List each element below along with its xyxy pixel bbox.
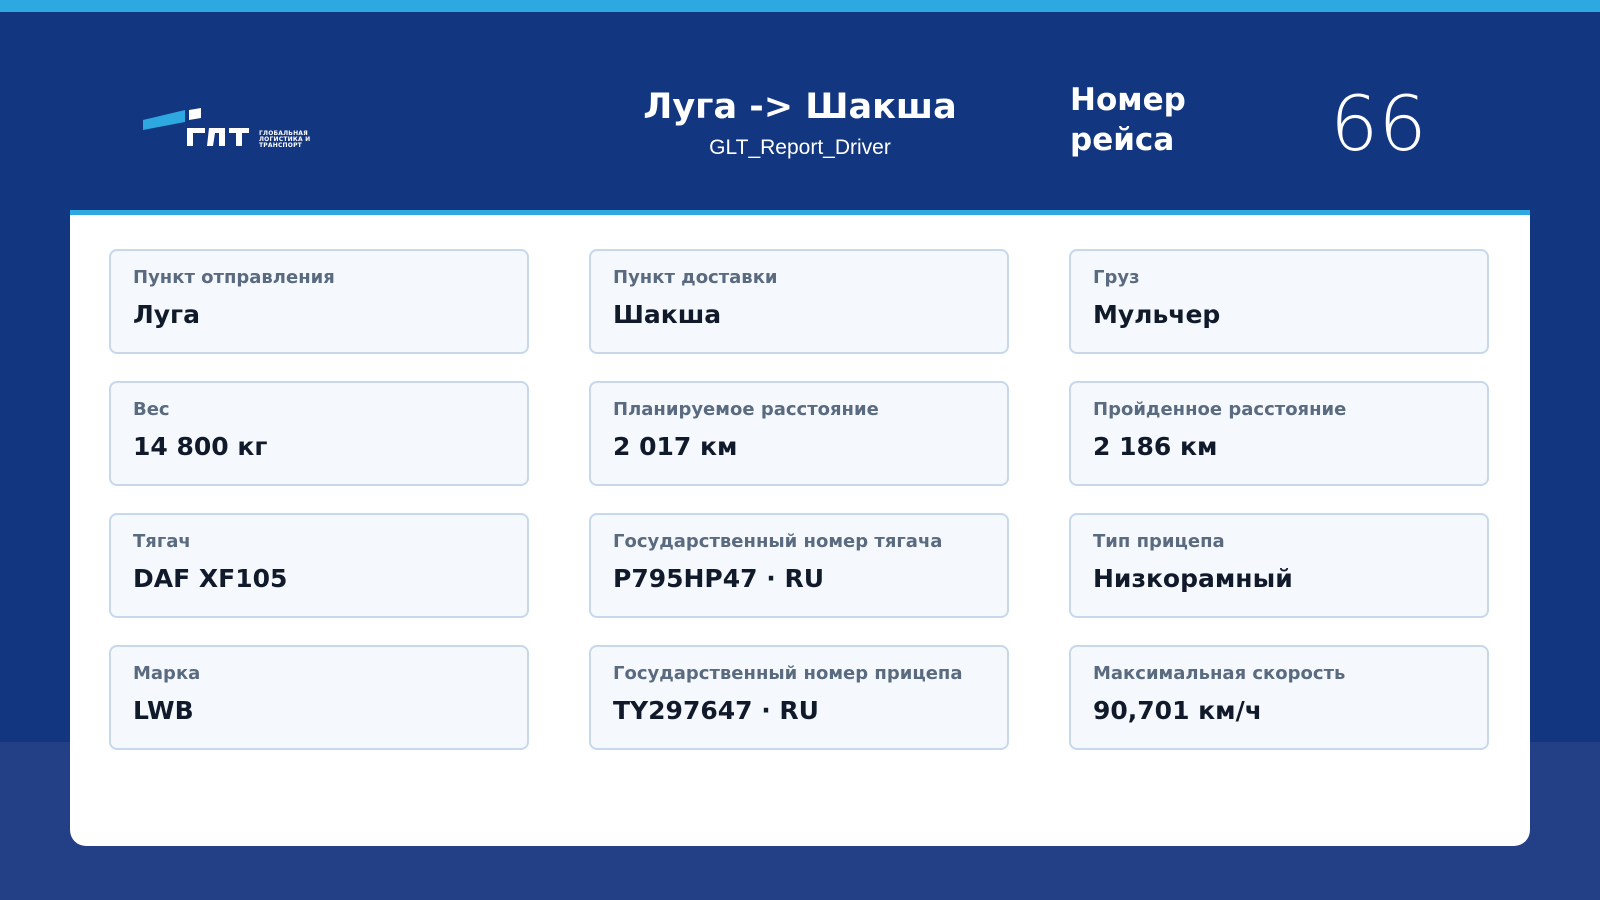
card-delivery: Пункт доставки Шакша xyxy=(589,249,1009,354)
card-label: Марка xyxy=(133,663,201,684)
report-name: GLT_Report_Driver xyxy=(709,136,891,159)
card-value: Шакша xyxy=(613,300,722,329)
card-value: Луга xyxy=(133,300,200,329)
card-label: Пункт отправления xyxy=(133,267,335,288)
card-truck-plate: Государственный номер тягача P795HP47 · … xyxy=(589,513,1009,618)
card-traveled-distance: Пройденное расстояние 2 186 км xyxy=(1069,381,1489,486)
card-cargo: Груз Мульчер xyxy=(1069,249,1489,354)
trip-number-value: 66 xyxy=(1330,79,1427,168)
route-title: Луга -> Шакша xyxy=(643,87,957,127)
card-value: 2 017 км xyxy=(613,432,738,461)
card-departure: Пункт отправления Луга xyxy=(109,249,529,354)
card-label: Вес xyxy=(133,399,170,420)
card-planned-distance: Планируемое расстояние 2 017 км xyxy=(589,381,1009,486)
company-logo: Глобальная логистика и транспорт xyxy=(143,108,323,152)
card-label: Планируемое расстояние xyxy=(613,399,879,420)
card-value: 14 800 кг xyxy=(133,432,268,461)
card-label: Государственный номер тягача xyxy=(613,531,943,552)
card-label: Тип прицепа xyxy=(1093,531,1225,552)
card-label: Груз xyxy=(1093,267,1140,288)
card-value: Мульчер xyxy=(1093,300,1221,329)
card-value: Низкорамный xyxy=(1093,564,1293,593)
card-weight: Вес 14 800 кг xyxy=(109,381,529,486)
card-trailer-type: Тип прицепа Низкорамный xyxy=(1069,513,1489,618)
card-label: Максимальная скорость xyxy=(1093,663,1346,684)
details-panel: Пункт отправления Луга Пункт доставки Ша… xyxy=(70,210,1530,846)
card-max-speed: Максимальная скорость 90,701 км/ч xyxy=(1069,645,1489,750)
top-accent-strip xyxy=(0,0,1600,12)
logo-tagline: Глобальная логистика и транспорт xyxy=(259,130,311,149)
card-value: TY297647 · RU xyxy=(613,696,819,725)
logo-mark-icon xyxy=(143,108,249,146)
details-grid: Пункт отправления Луга Пункт доставки Ша… xyxy=(109,249,1491,750)
route-block: Луга -> Шакша GLT_Report_Driver xyxy=(600,86,1000,160)
card-truck: Тягач DAF XF105 xyxy=(109,513,529,618)
card-value: DAF XF105 xyxy=(133,564,288,593)
card-value: LWB xyxy=(133,696,194,725)
trip-number-label: Номер рейса xyxy=(1070,82,1186,158)
card-value: 2 186 км xyxy=(1093,432,1218,461)
card-brand: Марка LWB xyxy=(109,645,529,750)
card-label: Пункт доставки xyxy=(613,267,778,288)
card-value: 90,701 км/ч xyxy=(1093,696,1262,725)
card-label: Государственный номер прицепа xyxy=(613,663,963,684)
card-label: Тягач xyxy=(133,531,191,552)
card-label: Пройденное расстояние xyxy=(1093,399,1347,420)
card-value: P795HP47 · RU xyxy=(613,564,824,593)
card-trailer-plate: Государственный номер прицепа TY297647 ·… xyxy=(589,645,1009,750)
